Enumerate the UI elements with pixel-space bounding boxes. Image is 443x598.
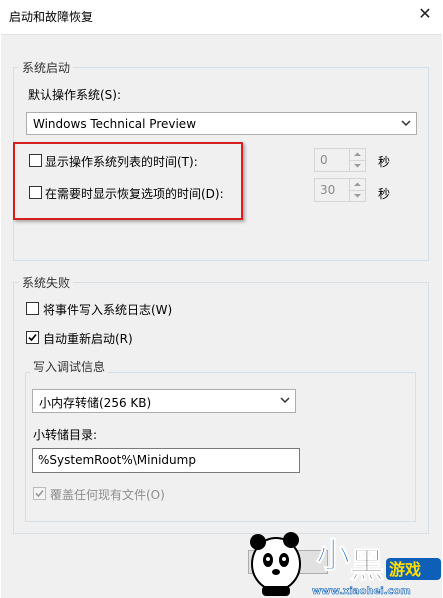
svg-text:小: 小 xyxy=(316,536,350,576)
write-event-log-checkbox[interactable] xyxy=(26,302,39,315)
show-os-list-spinner[interactable]: 0 xyxy=(314,148,366,172)
svg-text:游戏: 游戏 xyxy=(389,560,421,579)
svg-text:黑: 黑 xyxy=(350,546,384,586)
highlight-annotation xyxy=(13,142,243,220)
dialog-body: 系统启动 默认操作系统(S): Windows Technical Previe… xyxy=(1,34,442,598)
spin-down-icon[interactable] xyxy=(350,160,365,171)
show-recovery-unit: 秒 xyxy=(378,187,391,201)
write-event-log-label: 将事件写入系统日志(W) xyxy=(43,303,173,317)
title-bar: 启动和故障恢复 ✕ xyxy=(0,0,443,34)
dump-type-value: 小内存转储(256 KB) xyxy=(39,396,152,410)
chevron-down-icon xyxy=(401,120,411,127)
dump-type-select[interactable]: 小内存转储(256 KB) xyxy=(32,389,296,413)
overwrite-checkbox xyxy=(33,487,46,500)
default-os-label: 默认操作系统(S): xyxy=(28,88,122,102)
default-os-select[interactable]: Windows Technical Preview xyxy=(26,112,417,135)
auto-restart-label: 自动重新启动(R) xyxy=(43,332,133,346)
spin-down-icon[interactable] xyxy=(350,190,365,201)
show-recovery-spinner[interactable]: 30 xyxy=(314,178,366,202)
checkmark-icon xyxy=(35,489,44,498)
close-icon[interactable]: ✕ xyxy=(415,4,435,24)
overwrite-label: 覆盖任何现有文件(O) xyxy=(50,488,165,502)
dump-dir-label: 小转储目录: xyxy=(33,428,98,442)
system-failure-legend: 系统失败 xyxy=(19,274,74,291)
watermark-logo: 小 黑 游戏 www.xiaohei.com xyxy=(250,532,441,597)
dump-dir-input[interactable]: %SystemRoot%\Minidump xyxy=(32,448,300,473)
show-os-list-unit: 秒 xyxy=(378,155,391,169)
debug-info-legend: 写入调试信息 xyxy=(30,358,109,375)
default-os-value: Windows Technical Preview xyxy=(33,117,197,131)
watermark-url: www.xiaohei.com xyxy=(312,586,411,597)
show-recovery-value: 30 xyxy=(320,183,336,197)
window-title: 启动和故障恢复 xyxy=(9,10,94,24)
dump-dir-value: %SystemRoot%\Minidump xyxy=(38,453,196,467)
system-startup-legend: 系统启动 xyxy=(19,59,74,76)
show-os-list-value: 0 xyxy=(320,153,328,167)
checkmark-icon xyxy=(28,333,37,342)
auto-restart-checkbox[interactable] xyxy=(26,331,39,344)
chevron-down-icon xyxy=(280,397,290,404)
